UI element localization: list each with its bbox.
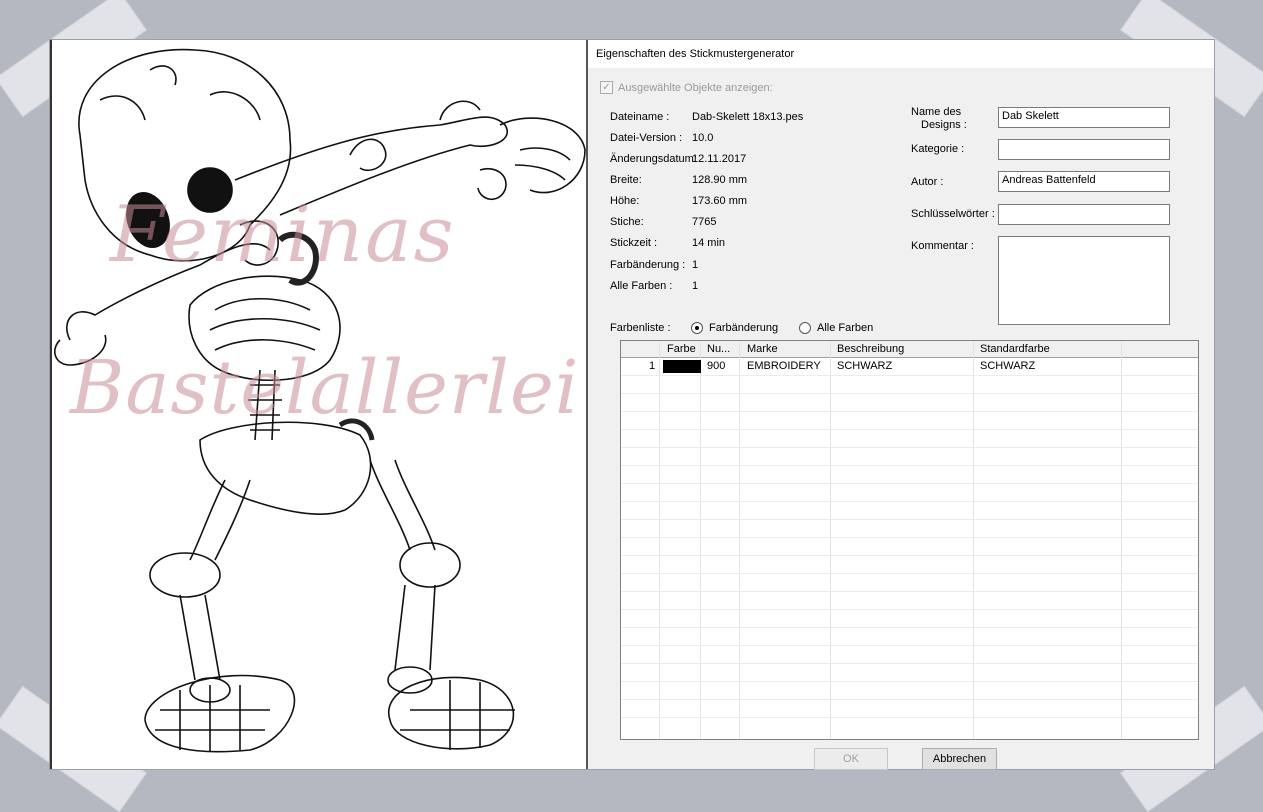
dialog-title: Eigenschaften des Stickmustergenerator <box>588 40 1214 68</box>
ok-button[interactable]: OK <box>814 748 888 770</box>
time-label: Stickzeit : <box>610 237 658 249</box>
row-standard: SCHWARZ <box>980 360 1036 372</box>
colorchanges-label: Farbänderung : <box>610 259 686 271</box>
allcolors-value: 1 <box>692 280 699 292</box>
col-header-number[interactable]: Nu... <box>707 343 737 355</box>
time-value: 14 min <box>692 237 726 249</box>
row-brand: EMBROIDERY <box>747 360 821 372</box>
version-label: Datei-Version : <box>610 132 683 144</box>
show-selected-label: Ausgewählte Objekte anzeigen: <box>618 81 773 94</box>
col-header-standard[interactable]: Standardfarbe <box>980 343 1050 355</box>
row-description: SCHWARZ <box>837 360 893 372</box>
design-name-label-2: Designs : <box>921 119 967 131</box>
width-label: Breite: <box>610 174 642 186</box>
stitches-value: 7765 <box>692 216 717 228</box>
height-label: Höhe: <box>610 195 640 207</box>
screenshot-frame: Feminas Bastelallerlei Eigenschaften des… <box>50 40 1214 770</box>
category-field[interactable] <box>998 139 1170 160</box>
color-table[interactable]: Farbe Nu... Marke Beschreibung Standardf… <box>620 340 1199 740</box>
radio-checked-icon <box>691 322 703 334</box>
design-preview: Feminas Bastelallerlei <box>50 40 588 769</box>
filename-value: Dab-Skelett 18x13.pes <box>692 111 804 123</box>
col-header-description[interactable]: Beschreibung <box>837 343 904 355</box>
watermark-line-2: Bastelallerlei <box>70 345 580 431</box>
checkbox-checked-icon: ✓ <box>600 81 613 94</box>
radio-colorchange-label: Farbänderung <box>709 322 779 334</box>
height-value: 173.60 mm <box>692 195 748 207</box>
properties-dialog: Eigenschaften des Stickmustergenerator ✓… <box>588 40 1214 770</box>
radio-unchecked-icon <box>799 322 811 334</box>
radio-allcolors[interactable]: Alle Farben <box>799 322 873 334</box>
width-value: 128.90 mm <box>692 174 748 186</box>
cancel-button[interactable]: Abbrechen <box>922 748 997 770</box>
design-name-field[interactable]: Dab Skelett <box>998 107 1170 128</box>
stitches-label: Stiche: <box>610 216 644 228</box>
preview-border <box>50 40 52 769</box>
filename-label: Dateiname : <box>610 111 670 123</box>
colorchanges-value: 1 <box>692 259 699 271</box>
version-value: 10.0 <box>692 132 714 144</box>
colorlist-label: Farbenliste : <box>610 322 671 334</box>
radio-allcolors-label: Alle Farben <box>817 322 874 334</box>
design-name-label-1: Name des <box>911 106 962 118</box>
author-label: Autor : <box>911 176 944 188</box>
radio-colorchange[interactable]: Farbänderung <box>691 322 778 334</box>
row-index: 1 <box>649 360 656 372</box>
changed-value: 12.11.2017 <box>692 153 747 165</box>
changed-label: Änderungsdatum: <box>610 153 697 165</box>
row-number: 900 <box>707 360 726 372</box>
keywords-field[interactable] <box>998 204 1170 225</box>
color-swatch <box>663 360 701 373</box>
comment-field[interactable] <box>998 236 1170 325</box>
show-selected-checkbox[interactable]: ✓ Ausgewählte Objekte anzeigen: <box>600 81 773 94</box>
comment-label: Kommentar : <box>911 240 974 252</box>
col-header-brand[interactable]: Marke <box>747 343 778 355</box>
col-header-color[interactable]: Farbe <box>667 343 696 355</box>
keywords-label: Schlüsselwörter : <box>911 208 995 220</box>
category-label: Kategorie : <box>911 143 965 155</box>
allcolors-label: Alle Farben : <box>610 280 673 292</box>
author-field[interactable]: Andreas Battenfeld <box>998 171 1170 192</box>
watermark-line-1: Feminas <box>110 190 456 280</box>
